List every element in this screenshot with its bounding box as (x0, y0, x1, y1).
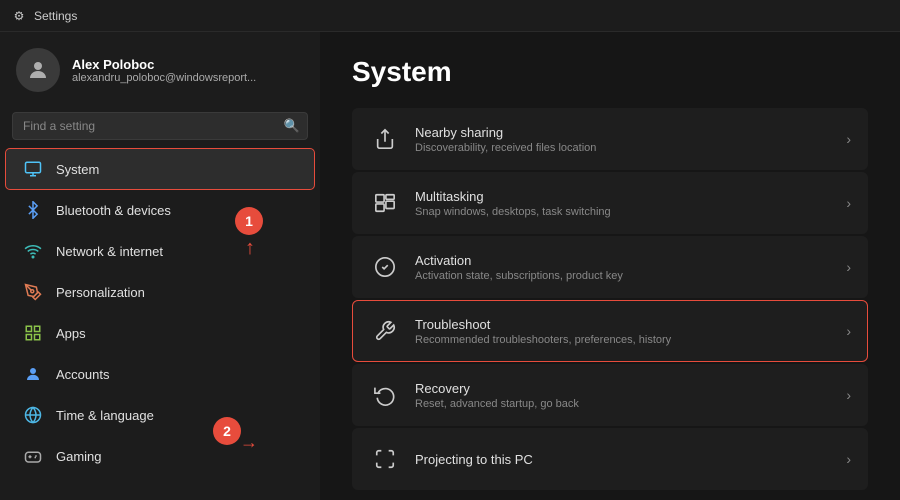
setting-nearby-sharing-desc: Discoverability, received files location (415, 142, 838, 154)
chevron-right-icon: › (846, 131, 851, 147)
sidebar-item-gaming[interactable]: Gaming (6, 436, 314, 476)
sidebar-item-network-label: Network & internet (56, 244, 163, 259)
setting-recovery-title: Recovery (415, 381, 838, 396)
sidebar-item-accounts[interactable]: Accounts (6, 354, 314, 394)
setting-multitasking-text: Multitasking Snap windows, desktops, tas… (415, 189, 838, 218)
settings-list: Nearby sharing Discoverability, received… (352, 108, 868, 490)
bluetooth-icon (22, 199, 44, 221)
sidebar-item-time-label: Time & language (56, 408, 154, 423)
setting-activation-title: Activation (415, 253, 838, 268)
setting-nearby-sharing[interactable]: Nearby sharing Discoverability, received… (352, 108, 868, 170)
sidebar-item-time[interactable]: Time & language (6, 395, 314, 435)
main-layout: 1 ↑ 2 → Alex Poloboc alexandru_poloboc@w… (0, 32, 900, 500)
chevron-right-icon: › (846, 259, 851, 275)
multitask-icon (369, 187, 401, 219)
user-email: alexandru_poloboc@windowsreport... (72, 72, 256, 84)
annotation-2: 2 (213, 417, 241, 445)
page-title: System (352, 56, 868, 88)
search-icon: 🔍 (284, 118, 300, 134)
user-info: Alex Poloboc alexandru_poloboc@windowsre… (72, 57, 256, 84)
setting-multitasking-title: Multitasking (415, 189, 838, 204)
setting-troubleshoot-title: Troubleshoot (415, 317, 838, 332)
setting-recovery[interactable]: Recovery Reset, advanced startup, go bac… (352, 364, 868, 426)
title-bar-text: Settings (34, 9, 77, 23)
sidebar-item-bluetooth-label: Bluetooth & devices (56, 203, 171, 218)
sidebar-item-network[interactable]: Network & internet (6, 231, 314, 271)
sidebar-item-gaming-label: Gaming (56, 449, 102, 464)
sidebar-item-personalization-label: Personalization (56, 285, 145, 300)
setting-projecting-text: Projecting to this PC (415, 452, 838, 467)
nav-list: System Bluetooth & devices (0, 148, 320, 477)
setting-nearby-sharing-text: Nearby sharing Discoverability, received… (415, 125, 838, 154)
monitor-icon (22, 158, 44, 180)
brush-icon (22, 281, 44, 303)
setting-troubleshoot-text: Troubleshoot Recommended troubleshooters… (415, 317, 838, 346)
user-name: Alex Poloboc (72, 57, 256, 72)
wifi-icon (22, 240, 44, 262)
setting-projecting-title: Projecting to this PC (415, 452, 838, 467)
avatar (16, 48, 60, 92)
sidebar-item-personalization[interactable]: Personalization (6, 272, 314, 312)
setting-recovery-text: Recovery Reset, advanced startup, go bac… (415, 381, 838, 410)
setting-multitasking-desc: Snap windows, desktops, task switching (415, 206, 838, 218)
content-area: System Nearby sharing Discoverability, r… (320, 32, 900, 500)
chevron-right-icon: › (846, 451, 851, 467)
search-box[interactable]: 🔍 (12, 112, 308, 140)
title-bar: ⚙ Settings (0, 0, 900, 32)
check-circle-icon (369, 251, 401, 283)
settings-icon: ⚙ (12, 9, 26, 23)
setting-activation[interactable]: Activation Activation state, subscriptio… (352, 236, 868, 298)
chevron-right-icon: › (846, 195, 851, 211)
chevron-right-icon: › (846, 387, 851, 403)
setting-troubleshoot-desc: Recommended troubleshooters, preferences… (415, 334, 838, 346)
sidebar-item-accounts-label: Accounts (56, 367, 109, 382)
setting-activation-desc: Activation state, subscriptions, product… (415, 270, 838, 282)
setting-troubleshoot[interactable]: Troubleshoot Recommended troubleshooters… (352, 300, 868, 362)
sidebar: Alex Poloboc alexandru_poloboc@windowsre… (0, 32, 320, 500)
arrow-up-1: ↑ (245, 237, 255, 260)
sidebar-item-system[interactable]: System (6, 149, 314, 189)
project-icon (369, 443, 401, 475)
arrow-right-2: → (240, 432, 258, 453)
setting-activation-text: Activation Activation state, subscriptio… (415, 253, 838, 282)
setting-recovery-desc: Reset, advanced startup, go back (415, 398, 838, 410)
gamepad-icon (22, 445, 44, 467)
annotation-1: 1 (235, 207, 263, 235)
sidebar-item-system-label: System (56, 162, 99, 177)
recovery-icon (369, 379, 401, 411)
person-icon (22, 363, 44, 385)
globe-icon (22, 404, 44, 426)
setting-nearby-sharing-title: Nearby sharing (415, 125, 838, 140)
wrench-icon (369, 315, 401, 347)
chevron-right-icon: › (846, 323, 851, 339)
sidebar-item-apps-label: Apps (56, 326, 86, 341)
user-profile[interactable]: Alex Poloboc alexandru_poloboc@windowsre… (0, 32, 320, 108)
sidebar-item-bluetooth[interactable]: Bluetooth & devices (6, 190, 314, 230)
share-icon (369, 123, 401, 155)
setting-multitasking[interactable]: Multitasking Snap windows, desktops, tas… (352, 172, 868, 234)
grid-icon (22, 322, 44, 344)
sidebar-item-apps[interactable]: Apps (6, 313, 314, 353)
search-input[interactable] (12, 112, 308, 140)
setting-projecting[interactable]: Projecting to this PC › (352, 428, 868, 490)
